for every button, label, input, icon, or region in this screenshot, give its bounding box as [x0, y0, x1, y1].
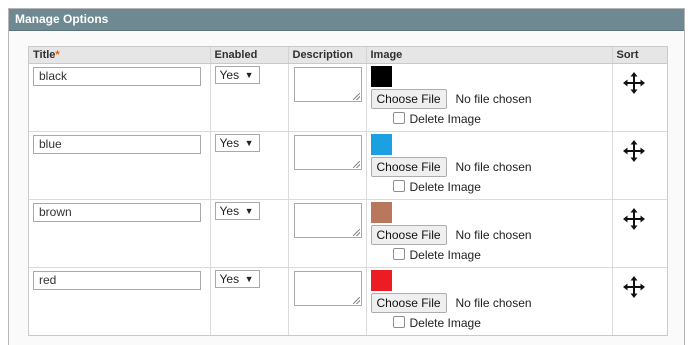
options-table: Title* Enabled Description Image Sort bl…	[29, 47, 667, 335]
dropdown-arrow-icon: ▼	[244, 70, 254, 80]
file-status-text: No file chosen	[455, 296, 532, 310]
table-row: blue Yes ▼ Choose File No file chosen De…	[29, 131, 667, 200]
resize-grip-icon[interactable]	[352, 161, 360, 168]
delete-image-label: Delete Image	[409, 180, 481, 194]
file-status-text: No file chosen	[455, 228, 532, 242]
table-row: red Yes ▼ Choose File No file chosen Del…	[29, 267, 667, 336]
color-swatch	[370, 134, 392, 155]
enabled-select-value: Yes	[219, 272, 240, 286]
choose-file-button[interactable]: Choose File	[370, 157, 447, 177]
enabled-select-value: Yes	[219, 68, 240, 82]
title-cell: blue	[29, 131, 211, 200]
panel-title: Manage Options	[9, 9, 684, 31]
dropdown-arrow-icon: ▼	[244, 138, 254, 148]
description-cell	[288, 199, 367, 268]
color-swatch	[370, 66, 392, 87]
sort-cell	[612, 199, 667, 268]
enabled-select[interactable]: Yes ▼	[214, 202, 260, 220]
delete-image-option[interactable]: Delete Image	[392, 180, 481, 194]
dropdown-arrow-icon: ▼	[244, 206, 254, 216]
description-textarea[interactable]	[293, 67, 362, 102]
choose-file-button[interactable]: Choose File	[370, 89, 447, 109]
file-status-text: No file chosen	[455, 160, 532, 174]
required-mark: *	[55, 49, 60, 61]
enabled-select-value: Yes	[219, 136, 240, 150]
table-row: brown Yes ▼ Choose File No file chosen D…	[29, 199, 667, 268]
title-input[interactable]: red	[33, 271, 201, 290]
image-cell: Choose File No file chosen Delete Image	[366, 267, 613, 335]
enabled-select[interactable]: Yes ▼	[214, 66, 260, 84]
color-swatch	[370, 202, 392, 223]
enabled-select-value: Yes	[219, 204, 240, 218]
sort-cell	[612, 131, 667, 200]
delete-image-option[interactable]: Delete Image	[392, 316, 481, 330]
image-cell: Choose File No file chosen Delete Image	[366, 63, 613, 132]
title-input[interactable]: black	[33, 67, 201, 86]
move-arrows-icon[interactable]	[622, 139, 646, 163]
dropdown-arrow-icon: ▼	[244, 274, 254, 284]
move-arrows-icon[interactable]	[622, 71, 646, 95]
title-cell: brown	[29, 199, 211, 268]
move-arrows-icon[interactable]	[622, 275, 646, 299]
description-textarea[interactable]	[293, 271, 362, 306]
description-textarea[interactable]	[293, 135, 362, 170]
delete-image-label: Delete Image	[409, 316, 481, 330]
image-cell: Choose File No file chosen Delete Image	[366, 199, 613, 268]
sort-cell	[612, 268, 667, 336]
resize-grip-icon[interactable]	[352, 297, 360, 304]
delete-image-checkbox[interactable]	[392, 180, 405, 192]
title-cell: black	[29, 63, 211, 132]
description-cell	[288, 267, 367, 335]
delete-image-checkbox[interactable]	[392, 316, 405, 328]
resize-grip-icon[interactable]	[352, 229, 360, 236]
options-grid: Title* Enabled Description Image Sort bl…	[28, 46, 668, 336]
color-swatch	[370, 270, 392, 291]
description-cell	[288, 63, 367, 132]
delete-image-checkbox[interactable]	[392, 112, 405, 124]
column-header-enabled: Enabled	[210, 47, 289, 64]
column-header-title: Title*	[29, 47, 211, 64]
column-header-sort: Sort	[612, 47, 667, 64]
file-status-text: No file chosen	[455, 92, 532, 106]
resize-grip-icon[interactable]	[352, 93, 360, 100]
enabled-cell: Yes ▼	[210, 131, 289, 200]
manage-options-panel: Manage Options Title* Enabled Descriptio…	[8, 8, 685, 345]
enabled-cell: Yes ▼	[210, 199, 289, 268]
enabled-select[interactable]: Yes ▼	[214, 134, 260, 152]
title-input[interactable]: blue	[33, 135, 201, 154]
delete-image-label: Delete Image	[409, 112, 481, 126]
enabled-cell: Yes ▼	[210, 63, 289, 132]
title-input[interactable]: brown	[33, 203, 201, 222]
column-header-image: Image	[366, 47, 613, 64]
title-cell: red	[29, 267, 211, 335]
delete-image-option[interactable]: Delete Image	[392, 248, 481, 262]
choose-file-button[interactable]: Choose File	[370, 225, 447, 245]
enabled-select[interactable]: Yes ▼	[214, 270, 260, 288]
column-header-description: Description	[288, 47, 367, 64]
choose-file-button[interactable]: Choose File	[370, 293, 447, 313]
table-header-row: Title* Enabled Description Image Sort	[29, 47, 667, 64]
delete-image-checkbox[interactable]	[392, 248, 405, 260]
image-cell: Choose File No file chosen Delete Image	[366, 131, 613, 200]
description-textarea[interactable]	[293, 203, 362, 238]
delete-image-label: Delete Image	[409, 248, 481, 262]
sort-cell	[612, 63, 667, 132]
move-arrows-icon[interactable]	[622, 207, 646, 231]
delete-image-option[interactable]: Delete Image	[392, 112, 481, 126]
table-row: black Yes ▼ Choose File No file chosen D…	[29, 63, 667, 132]
description-cell	[288, 131, 367, 200]
enabled-cell: Yes ▼	[210, 267, 289, 335]
